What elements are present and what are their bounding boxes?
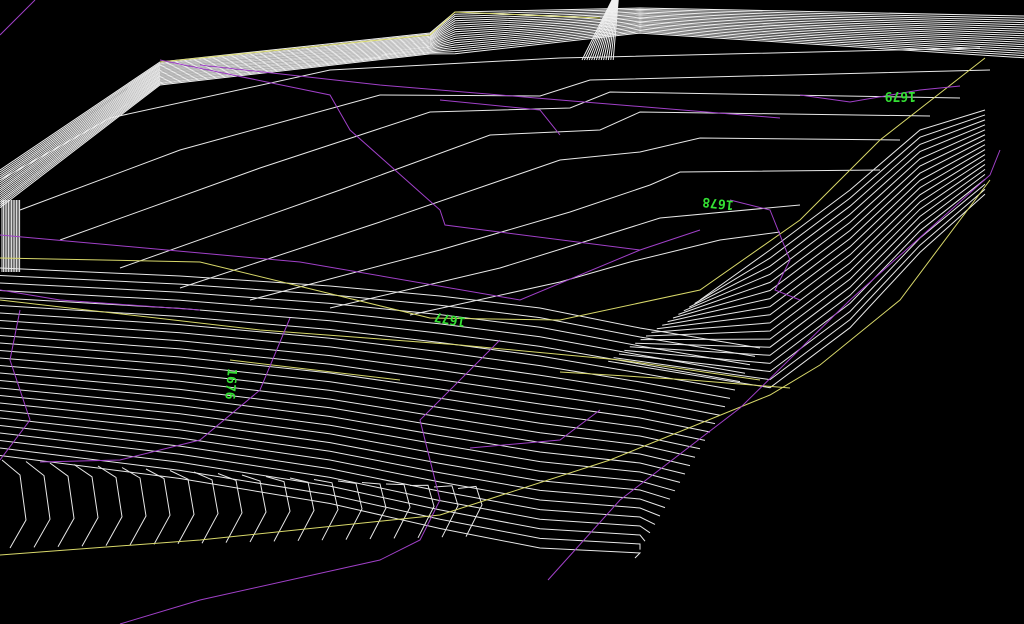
slope-contour-ridge bbox=[169, 470, 195, 545]
hatched-wall-mass bbox=[0, 0, 1024, 272]
wall-hatch-line bbox=[0, 27, 1024, 201]
slope-contour-ridge bbox=[217, 473, 243, 543]
elevation-label-mid-right: 1678 bbox=[702, 194, 735, 212]
slope-contour-line bbox=[0, 305, 736, 391]
slope-contour-line bbox=[0, 410, 666, 509]
slope-contour-ridge bbox=[25, 461, 51, 548]
slope-contour-line bbox=[0, 312, 731, 399]
slope-contour-ridge bbox=[73, 464, 99, 547]
slope-contour-line bbox=[0, 447, 641, 550]
slope-contour-line bbox=[0, 395, 676, 492]
slope-contour-ridge bbox=[241, 474, 267, 543]
right-slope-contours bbox=[608, 109, 986, 389]
slope-contour-ridge bbox=[313, 479, 339, 541]
slope-contour-ridge bbox=[97, 465, 123, 546]
right-slope-contour-line bbox=[618, 183, 986, 373]
slope-contour-ridge bbox=[289, 477, 315, 542]
slope-contour-ridge bbox=[1, 459, 27, 549]
slope-contour-ridge bbox=[121, 467, 147, 546]
slope-contour-ridge bbox=[409, 484, 435, 539]
slope-contours bbox=[0, 267, 761, 559]
wall-hatch-line bbox=[0, 29, 1024, 205]
wall-hatch-line bbox=[0, 32, 1024, 209]
right-slope-contour-line bbox=[640, 164, 986, 341]
slope-contour-line bbox=[0, 297, 741, 383]
slope-contour-ridge bbox=[49, 462, 75, 548]
slope-contour-ridge bbox=[361, 482, 387, 540]
slope-contour-line bbox=[0, 350, 706, 441]
elevation-labels: 1679 1678 1677 1676 bbox=[221, 88, 916, 400]
slope-contour-line bbox=[0, 342, 711, 433]
slope-contour-ridge bbox=[457, 485, 483, 537]
right-slope-contour-line bbox=[624, 178, 986, 364]
right-slope-contour-line bbox=[688, 119, 986, 308]
right-slope-contour-line bbox=[608, 193, 986, 389]
right-slope-contour-line bbox=[651, 154, 986, 333]
elevation-label-center: 1677 bbox=[433, 309, 466, 329]
elevation-label-left: 1676 bbox=[221, 368, 239, 401]
slope-contour-line bbox=[0, 357, 701, 450]
wall-hatch-line bbox=[0, 31, 1024, 207]
right-slope-contour-line bbox=[672, 134, 986, 319]
elevation-label-top-right: 1679 bbox=[885, 88, 916, 103]
slope-contour-ridge bbox=[145, 468, 171, 545]
cad-viewport[interactable]: 1679 1678 1677 1676 bbox=[0, 0, 1024, 624]
